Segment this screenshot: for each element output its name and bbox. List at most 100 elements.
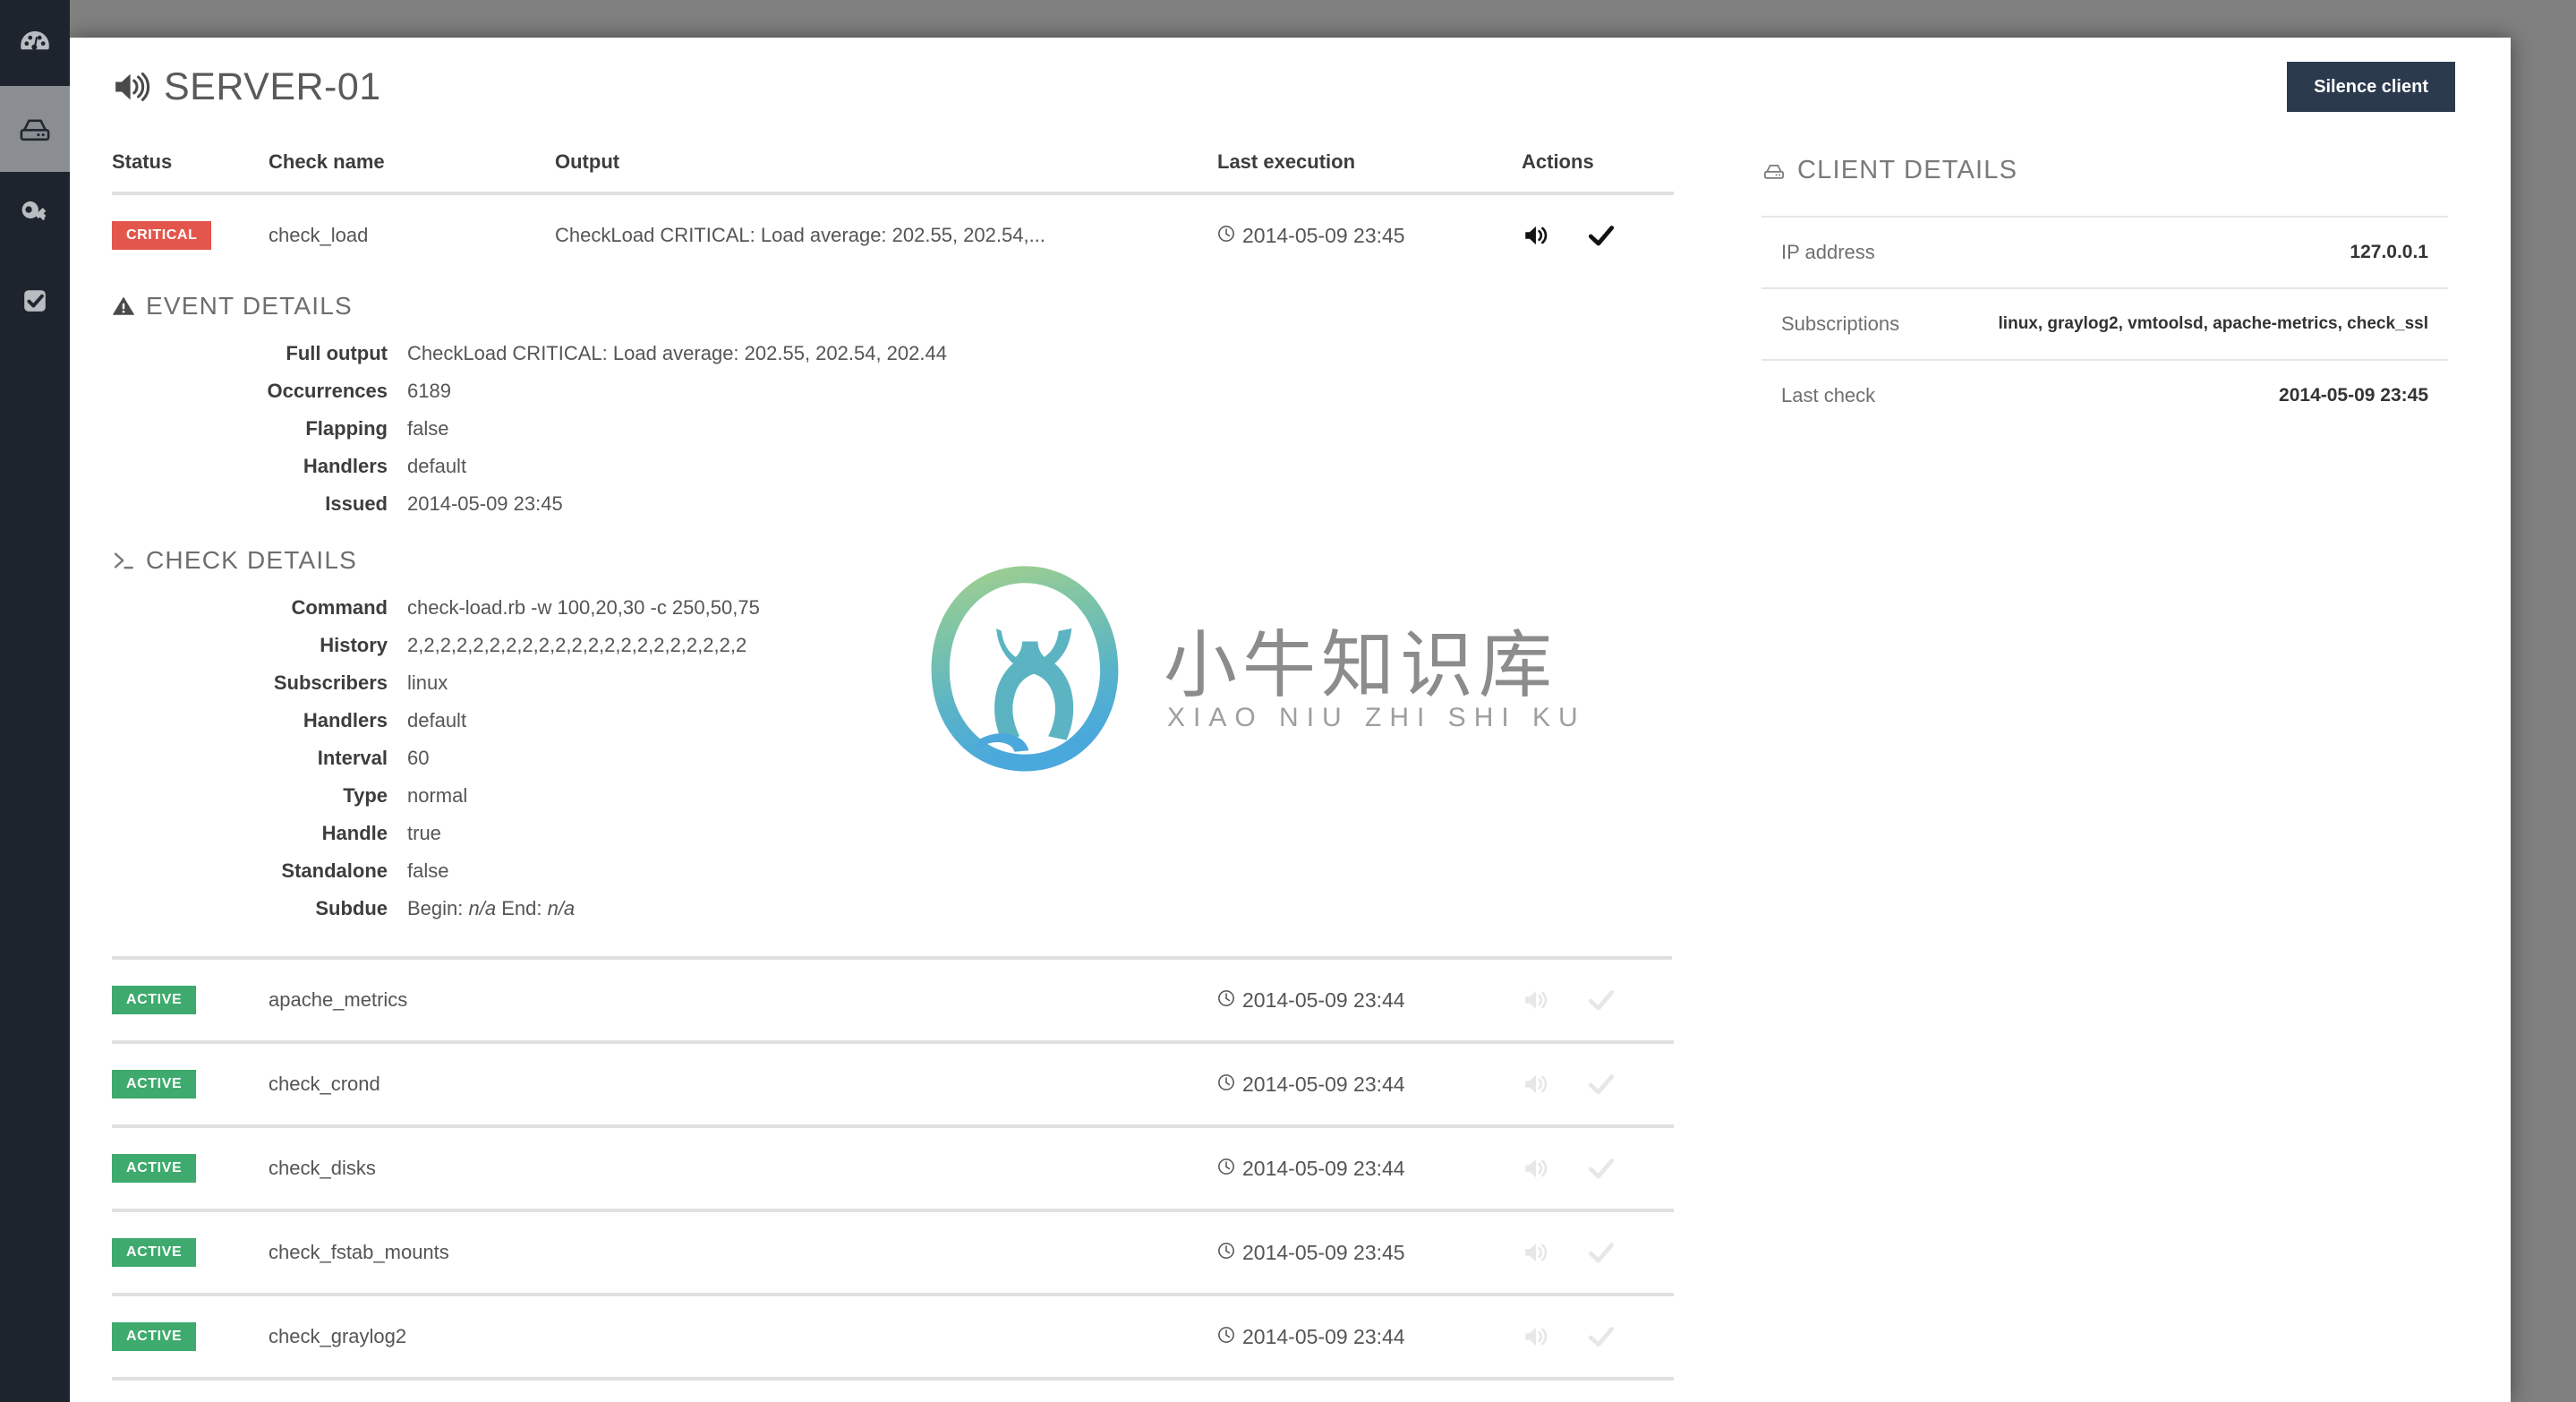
column-header-output: Output (555, 136, 1217, 195)
speaker-icon[interactable] (1522, 985, 1552, 1015)
field-value: false (407, 859, 449, 882)
speaker-icon[interactable] (1522, 1153, 1552, 1184)
cell-last-execution: 2014-05-09 23:44 (1217, 1296, 1522, 1377)
client-details-list: IP address 127.0.0.1 Subscriptions linux, g… (1761, 216, 2448, 431)
speaker-icon[interactable] (1522, 1069, 1552, 1099)
client-details-title: CLIENT DETAILS (1797, 156, 2018, 184)
timestamp-text: 2014-05-09 23:44 (1242, 1324, 1405, 1348)
field-value: true (407, 822, 441, 844)
check-icon[interactable] (1586, 1321, 1616, 1352)
status-badge: CRITICAL (112, 221, 212, 250)
silence-client-button[interactable]: Silence client (2287, 62, 2455, 112)
table-row[interactable]: ACTIVE check_disks 2014-05-09 23:44 (112, 1128, 1674, 1209)
app-panel: SERVER-01 Silence client Status Check na… (70, 38, 2511, 1402)
sidebar-item-clients[interactable] (0, 86, 70, 172)
sidebar-item-dashboard[interactable] (0, 0, 70, 86)
checks-table-body-active: ACTIVE apache_metrics 2014-05-09 23:44 ACTI… (112, 960, 1674, 1381)
client-detail-value: 2014-05-09 23:45 (2279, 385, 2428, 406)
cell-output (555, 1128, 1217, 1209)
table-row[interactable]: ACTIVE check_crond 2014-05-09 23:44 (112, 1044, 1674, 1124)
check-icon[interactable] (1586, 985, 1616, 1015)
clock-icon (1217, 1157, 1235, 1181)
client-details-heading: CLIENT DETAILS (1761, 136, 2448, 185)
check-icon[interactable] (1586, 1153, 1616, 1184)
table-row[interactable]: ACTIVE check_graylog2 2014-05-09 23:44 (112, 1296, 1674, 1377)
check-icon[interactable] (1586, 1237, 1616, 1268)
field-value: normal (407, 784, 468, 807)
active-checks-table: ACTIVE apache_metrics 2014-05-09 23:44 ACTI… (112, 960, 1674, 1381)
field-value: CheckLoad CRITICAL: Load average: 202.55… (407, 342, 947, 364)
screen: SERVER-01 Silence client Status Check na… (0, 0, 2576, 1402)
cell-check-name[interactable]: check_fstab_mounts (269, 1212, 555, 1293)
field-label: Command (291, 596, 388, 619)
cell-check-name[interactable]: check_load (269, 193, 555, 276)
column-header-status: Status (112, 136, 269, 195)
row-divider (112, 1377, 1674, 1381)
event-details-section: EVENT DETAILS Full output CheckLoad CRITI… (112, 276, 1672, 530)
cell-check-name[interactable]: check_disks (269, 1128, 555, 1209)
page-body: Status Check name Output Last execution … (70, 136, 2511, 1381)
check-square-icon (16, 282, 54, 320)
cell-last-execution: 2014-05-09 23:44 (1217, 960, 1522, 1040)
server-icon (16, 110, 54, 148)
column-header-last-execution: Last execution (1217, 136, 1522, 195)
clock-icon (1217, 1073, 1235, 1097)
field-label: Handlers (303, 455, 388, 477)
cell-check-name[interactable]: check_graylog2 (269, 1296, 555, 1377)
table-row[interactable]: CRITICAL check_load CheckLoad CRITICAL: Lo… (112, 193, 1674, 276)
field-label: Handlers (303, 709, 388, 731)
cell-check-name[interactable]: check_crond (269, 1044, 555, 1124)
column-header-actions: Actions (1522, 136, 1674, 195)
client-detail-value: 127.0.0.1 (2350, 242, 2428, 262)
client-detail-value: linux, graylog2, vmtoolsd, apache-metric… (1998, 314, 2428, 333)
speaker-icon[interactable] (1522, 1237, 1552, 1268)
cell-actions (1522, 1044, 1674, 1124)
field-value: Begin: n/a End: n/a (407, 897, 576, 919)
page-title: SERVER-01 (164, 64, 381, 108)
cell-status: ACTIVE (112, 1128, 269, 1209)
field-label: Flapping (305, 417, 388, 440)
field-label: Full output (286, 342, 388, 364)
cell-status: ACTIVE (112, 1296, 269, 1377)
cell-actions (1522, 193, 1674, 276)
check-details-heading: CHECK DETAILS (112, 546, 1672, 575)
sidebar-item-api-keys[interactable] (0, 172, 70, 258)
cell-actions (1522, 1128, 1674, 1209)
timestamp-text: 2014-05-09 23:44 (1242, 987, 1405, 1012)
timestamp-text: 2014-05-09 23:45 (1242, 223, 1405, 247)
client-detail-label: Subscriptions (1781, 312, 1900, 335)
cell-output (555, 1044, 1217, 1124)
event-details-title: EVENT DETAILS (146, 292, 353, 320)
client-details-column: CLIENT DETAILS IP address 127.0.0.1 Subscr… (1726, 136, 2511, 1381)
field-label: Issued (325, 492, 388, 515)
event-details-heading: EVENT DETAILS (112, 292, 1672, 321)
page-header: SERVER-01 Silence client (70, 38, 2511, 136)
status-badge: ACTIVE (112, 1154, 197, 1183)
cell-check-name[interactable]: apache_metrics (269, 960, 555, 1040)
check-icon[interactable] (1586, 1069, 1616, 1099)
client-detail-label: IP address (1781, 241, 1875, 263)
clock-icon (1217, 1325, 1235, 1349)
table-header-row: Status Check name Output Last execution … (112, 136, 1674, 195)
check-details-section: CHECK DETAILS Command check-load.rb -w 10… (112, 530, 1672, 935)
field-value: 6189 (407, 380, 451, 402)
field-value: linux (407, 671, 448, 694)
sidebar-item-checks[interactable] (0, 258, 70, 344)
field-label: Interval (317, 747, 388, 769)
checks-table-head: Status Check name Output Last execution … (112, 136, 1674, 195)
table-row[interactable]: ACTIVE check_fstab_mounts 2014-05-09 23:45 (112, 1212, 1674, 1293)
column-header-check-name: Check name (269, 136, 555, 195)
field-label: Standalone (281, 859, 388, 882)
speaker-icon[interactable] (1522, 1321, 1552, 1352)
check-details-title: CHECK DETAILS (146, 546, 358, 574)
cell-actions (1522, 1212, 1674, 1293)
check-icon[interactable] (1586, 220, 1616, 251)
cell-status: CRITICAL (112, 193, 269, 276)
speaker-icon[interactable] (1522, 220, 1552, 251)
table-row[interactable]: ACTIVE apache_metrics 2014-05-09 23:44 (112, 960, 1674, 1040)
status-badge: ACTIVE (112, 986, 197, 1014)
cell-actions (1522, 1296, 1674, 1377)
field-value: false (407, 417, 449, 440)
field-label: Occurrences (267, 380, 388, 402)
status-badge: ACTIVE (112, 1070, 197, 1099)
